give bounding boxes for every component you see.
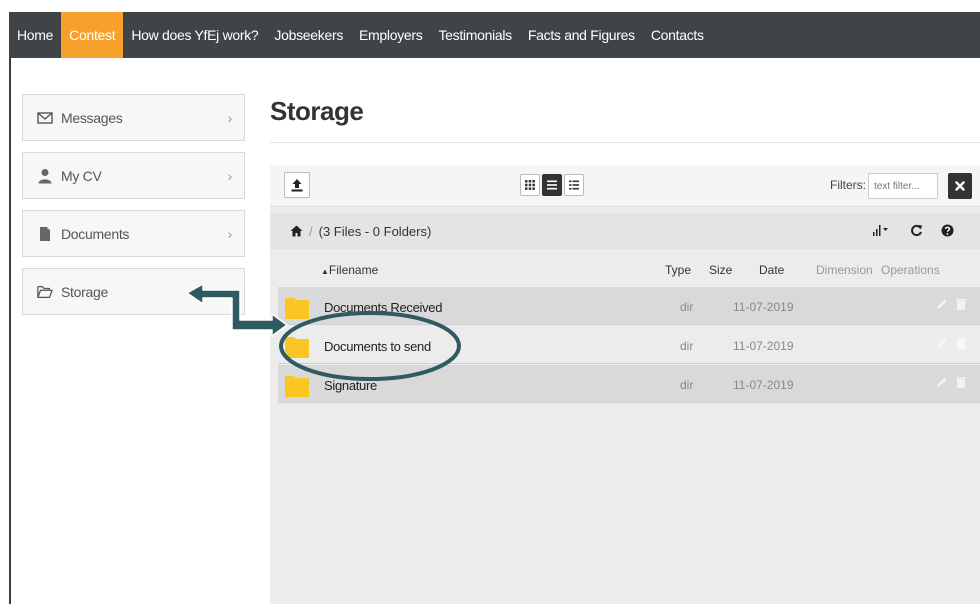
user-icon [37,168,53,184]
file-operations [936,376,966,388]
edit-icon[interactable] [936,337,948,349]
trash-icon[interactable] [956,298,966,310]
sidebar-item-label: Documents [61,225,130,242]
app-frame: Home Contest How does YfEj work? Jobseek… [0,0,980,604]
nav-how-it-works[interactable]: How does YfEj work? [123,12,266,58]
file-date: 11-07-2019 [733,378,794,392]
edit-icon[interactable] [936,376,948,388]
edit-icon[interactable] [936,298,948,310]
sort-icon[interactable] [873,223,889,240]
view-list-button[interactable] [542,174,562,196]
sidebar-item-my-cv[interactable]: My CV › [22,152,245,199]
path-bar: / (3 Files - 0 Folders) [270,213,980,249]
trash-icon[interactable] [956,337,966,349]
close-icon [955,181,965,191]
title-divider [270,142,980,143]
sort-asc-icon: ▲ [321,267,329,276]
sidebar-item-label: Storage [61,283,108,300]
nav-testimonials[interactable]: Testimonials [430,12,519,58]
file-date: 11-07-2019 [733,300,794,314]
chevron-right-icon: › [227,167,233,184]
path-summary: (3 Files - 0 Folders) [318,223,432,239]
column-size[interactable]: Size [709,263,732,277]
upload-icon [291,179,303,192]
file-date: 11-07-2019 [733,339,794,353]
envelope-icon [37,110,53,126]
trash-icon[interactable] [956,376,966,388]
nav-home[interactable]: Home [9,12,61,58]
top-navigation: Home Contest How does YfEj work? Jobseek… [9,12,980,58]
page-left-border [9,58,11,604]
column-filename[interactable]: ▲Filename [321,263,378,277]
home-icon[interactable] [290,225,303,237]
filters-label: Filters: [830,178,866,192]
folder-icon [285,337,309,358]
nav-jobseekers[interactable]: Jobseekers [266,12,351,58]
file-toolbar: Filters: [270,165,980,207]
nav-contacts[interactable]: Contacts [643,12,712,58]
document-icon [37,226,53,242]
column-type[interactable]: Type [665,263,691,277]
column-date[interactable]: Date [759,263,784,277]
file-table-header: ▲Filename Type Size Date Dimension Opera… [270,257,980,283]
file-type: dir [680,339,694,353]
clear-filter-button[interactable] [948,173,972,199]
file-row[interactable]: Documents Received dir 11-07-2019 [278,287,980,325]
filter-input[interactable] [868,173,938,199]
column-operations: Operations [881,263,940,277]
folder-icon [285,298,309,319]
nav-employers[interactable]: Employers [351,12,430,58]
folder-open-icon [37,284,53,300]
file-manager: Filters: / (3 Files - 0 Folders) ▲File [270,165,980,604]
chevron-right-icon: › [227,225,233,242]
sidebar: Messages › My CV › Documents › Storage › [22,94,245,326]
nav-facts-and-figures[interactable]: Facts and Figures [520,12,643,58]
folder-icon [285,376,309,397]
sidebar-item-label: Messages [61,109,123,126]
list-view-icon [547,180,557,190]
file-row[interactable]: Signature dir 11-07-2019 [278,365,980,403]
view-grid-button[interactable] [520,174,540,196]
sidebar-item-storage[interactable]: Storage › [22,268,245,315]
chevron-right-icon: › [227,283,233,300]
grid-view-icon [525,180,535,190]
refresh-icon[interactable] [910,224,923,240]
file-operations [936,298,966,310]
help-icon[interactable] [941,224,954,240]
file-name[interactable]: Signature [324,378,377,393]
view-details-button[interactable] [564,174,584,196]
details-view-icon [569,180,579,190]
file-row[interactable]: Documents to send dir 11-07-2019 [278,326,980,364]
path-separator: / [309,223,313,239]
chevron-right-icon: › [227,109,233,126]
nav-contest[interactable]: Contest [61,12,124,58]
file-type: dir [680,300,694,314]
upload-button[interactable] [284,172,310,198]
file-name[interactable]: Documents to send [324,339,431,354]
sidebar-item-documents[interactable]: Documents › [22,210,245,257]
sidebar-item-label: My CV [61,167,102,184]
page-title: Storage [270,96,364,126]
sidebar-item-messages[interactable]: Messages › [22,94,245,141]
file-type: dir [680,378,694,392]
column-dimension[interactable]: Dimension [816,263,873,277]
file-operations [936,337,966,349]
file-name[interactable]: Documents Received [324,300,442,315]
